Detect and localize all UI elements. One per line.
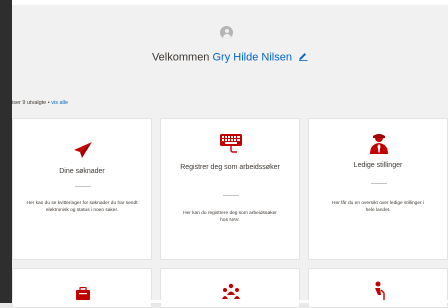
filter-summary: iser 9 utvalgte • vis alle: [12, 100, 68, 106]
card-description: Her kan du registrere deg som arbeidssøk…: [183, 211, 277, 223]
main-panel: Velkommen Gry Hilde Nilsen iser 9 utvalg…: [12, 0, 448, 308]
card-title: Dine søknader: [59, 168, 105, 175]
user-name-link[interactable]: Gry Hilde Nilsen: [213, 51, 292, 63]
edit-pencil-icon[interactable]: [298, 51, 308, 64]
card-title: Ledige stillinger: [353, 162, 403, 169]
welcome-prefix: Velkommen: [151, 51, 210, 64]
top-bar: [12, 0, 448, 5]
card-divider: [371, 183, 387, 184]
briefcase-icon: [13, 286, 153, 306]
filter-text: iser 9 utvalgte •: [12, 100, 50, 106]
user-avatar-icon: [220, 26, 233, 39]
card-description: Her kan du se kvitteringer for søknader …: [26, 201, 138, 213]
card-divider: [75, 186, 91, 187]
welcome-heading: Velkommen Gry Hilde Nilsen: [12, 51, 448, 64]
person-tie-icon: [309, 133, 448, 160]
card-registrer-arbeidssoker[interactable]: Registrer deg som arbeidssøker Her kan d…: [160, 118, 300, 260]
card-title: Registrer deg som arbeidssøker: [180, 164, 280, 171]
card-dine-soknader[interactable]: Dine søknader Her kan du se kvitteringer…: [12, 118, 152, 260]
keyboard-icon: [161, 131, 301, 160]
card-description: Her får du en oversikt over ledige still…: [332, 201, 424, 213]
paper-plane-icon: [13, 141, 153, 164]
card-divider: [223, 195, 239, 196]
show-all-link[interactable]: vis alle: [51, 100, 68, 106]
left-dark-edge: [0, 0, 12, 303]
card-ledige-stillinger[interactable]: Ledige stillinger Her får du en oversikt…: [308, 118, 448, 260]
